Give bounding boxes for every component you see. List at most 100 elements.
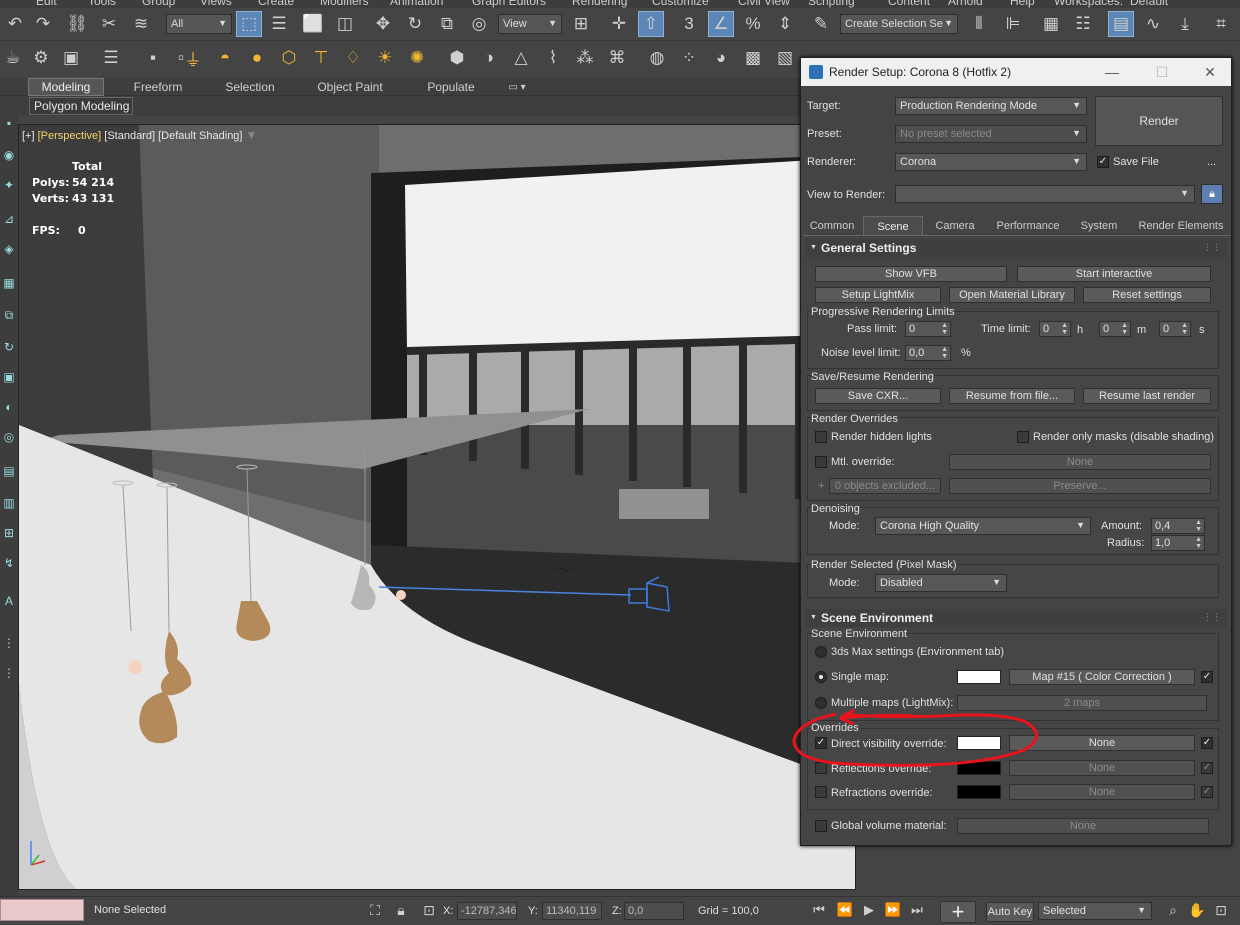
play-icon[interactable]: ▶ (856, 897, 882, 923)
rotate-icon[interactable]: ↻ (402, 11, 428, 37)
align-icon[interactable]: ⊫ (1000, 11, 1026, 37)
bind-space-warp-icon[interactable]: ≋ (128, 11, 154, 37)
reset-settings-button[interactable]: Reset settings (1083, 287, 1211, 303)
polygon-modeling-panel[interactable]: Polygon Modeling (29, 97, 133, 115)
direct-visibility-color-swatch[interactable] (957, 736, 1001, 750)
scene-explorer-icon[interactable]: ▦ (1038, 11, 1064, 37)
corona-decal-icon[interactable]: ⊤ (308, 45, 334, 71)
menu-help[interactable]: Help (1010, 0, 1035, 8)
track-view-icon[interactable]: ☰ (98, 45, 124, 71)
target-dropdown[interactable]: Production Rendering Mode ▼ (895, 97, 1087, 115)
corona-pattern-icon[interactable]: ⌘ (604, 45, 630, 71)
menu-rendering[interactable]: Rendering (572, 0, 627, 8)
keyboard-shortcut-override-icon[interactable]: ⇧ (638, 11, 664, 37)
pan-icon[interactable]: ✋ (1184, 897, 1210, 923)
corona-slicer-icon[interactable]: △ (508, 45, 534, 71)
material-checker-icon[interactable]: ▧ (772, 45, 798, 71)
noise-level-spinner[interactable]: 0,0 ▲ ▼ (905, 345, 951, 361)
move-icon[interactable]: ✥ (370, 11, 396, 37)
layer-explorer-icon[interactable]: ☷ (1070, 11, 1096, 37)
pivot-center-icon[interactable]: ⊞ (568, 11, 594, 37)
open-material-library-button[interactable]: Open Material Library (949, 287, 1075, 303)
single-map-color-swatch[interactable] (957, 670, 1001, 684)
window-crossing-icon[interactable]: ◫ (332, 11, 358, 37)
direct-visibility-map-button[interactable]: None (1009, 735, 1195, 751)
ribbon-tab-modeling[interactable]: Modeling (28, 78, 104, 96)
refractions-override-checkbox[interactable] (815, 786, 827, 798)
zoom-extents-icon[interactable]: ⊡ (1208, 897, 1234, 923)
go-to-start-icon[interactable]: ⏮ (806, 897, 832, 923)
corona-box-icon[interactable]: ⬢ (444, 45, 470, 71)
maximize-icon[interactable]: ☐ (1147, 61, 1177, 83)
ribbon-tab-object-paint[interactable]: Object Paint (304, 78, 396, 96)
zoom-icon[interactable]: ⌕ (1160, 897, 1186, 923)
viewport-standard[interactable]: [Standard] (104, 130, 155, 142)
isolate-selection-icon[interactable]: ⛶ (362, 897, 388, 923)
absolute-mode-icon[interactable]: ⊡ (416, 897, 442, 923)
select-object-icon[interactable]: ⬚ (236, 11, 262, 37)
resume-from-file-button[interactable]: Resume from file... (949, 388, 1075, 404)
menu-tools[interactable]: Tools (88, 0, 116, 8)
menu-group[interactable]: Group (142, 0, 175, 8)
named-selection-set-dropdown[interactable]: Create Selection Se ▼ (840, 14, 958, 34)
reference-coordinate-dropdown[interactable]: View ▼ (498, 14, 562, 34)
dialog-title-bar[interactable]: Render Setup: Corona 8 (Hotfix 2) — ☐ ✕ (801, 58, 1231, 86)
render-hidden-lights-checkbox[interactable] (815, 431, 827, 443)
curve-editor-icon[interactable]: ∿ (1140, 11, 1166, 37)
strip-icon[interactable]: ◐ (2, 400, 16, 414)
auto-key-button[interactable]: Auto Key (986, 902, 1034, 922)
reflections-map-button[interactable]: None (1009, 760, 1195, 776)
resume-last-render-button[interactable]: Resume last render (1083, 388, 1211, 404)
preset-dropdown[interactable]: No preset selected ▼ (895, 125, 1087, 143)
strip-icon[interactable]: ▦ (2, 276, 16, 290)
rectangular-selection-icon[interactable]: ⬜ (300, 11, 326, 37)
filter-icon[interactable]: ▼ (246, 128, 258, 142)
denoise-mode-dropdown[interactable]: Corona High Quality ▼ (875, 517, 1091, 535)
lock-view-icon[interactable]: 🔒︎ (1201, 184, 1223, 204)
x-coord-input[interactable]: -12787,346 (457, 902, 517, 920)
strip-icon[interactable]: ▣ (2, 370, 16, 384)
y-coord-input[interactable]: 11340,119 (542, 902, 602, 920)
strip-icon[interactable]: ▤ (2, 464, 16, 478)
strip-icon[interactable]: ↻ (2, 340, 16, 354)
link-icon[interactable]: ⛓ (64, 11, 90, 37)
material-sphere-icon[interactable]: ◍ (644, 45, 670, 71)
strip-icon[interactable]: ↯ (2, 556, 16, 570)
menu-views[interactable]: Views (200, 0, 232, 8)
reflections-override-checkbox[interactable] (815, 762, 827, 774)
corona-scatter-icon[interactable]: ⁂ (572, 45, 598, 71)
close-icon[interactable]: ✕ (1195, 61, 1225, 83)
select-manipulate-icon[interactable]: ✛ (606, 11, 632, 37)
strip-icon[interactable]: ◉ (2, 148, 16, 162)
toggle-ribbon-icon[interactable]: ▤ (1108, 11, 1134, 37)
general-settings-rollout[interactable]: ▼ General Settings ⋮⋮ (805, 239, 1227, 257)
render-button[interactable]: Render (1095, 96, 1223, 146)
mtl-override-checkbox[interactable] (815, 456, 827, 468)
render-selected-mode-dropdown[interactable]: Disabled ▼ (875, 574, 1007, 592)
tab-common[interactable]: Common (803, 216, 861, 236)
menu-graph-editors[interactable]: Graph Editors (472, 0, 546, 8)
menu-animation[interactable]: Animation (390, 0, 443, 8)
tab-system[interactable]: System (1071, 216, 1127, 236)
amount-spinner[interactable]: 0,4 ▲ ▼ (1151, 518, 1205, 534)
physical-material-icon[interactable]: ◕ (708, 45, 734, 71)
tab-performance[interactable]: Performance (987, 216, 1069, 236)
reflections-map-checkbox[interactable]: ✓ (1201, 762, 1213, 774)
viewport-pov[interactable]: [Perspective] (38, 130, 102, 142)
schematic-view-icon[interactable]: ⤓ (1172, 11, 1198, 37)
angle-snap-icon[interactable]: ∠ (708, 11, 734, 37)
refractions-color-swatch[interactable] (957, 785, 1001, 799)
strip-icon[interactable]: ✦ (2, 178, 16, 192)
preserve-button[interactable]: Preserve... (949, 478, 1211, 494)
strip-icon[interactable]: ⊿ (2, 212, 16, 226)
strip-icon[interactable]: ⋮ (2, 636, 16, 650)
corona-sun-icon[interactable]: ☀ (372, 45, 398, 71)
spinner-snap-icon[interactable]: ⇕ (772, 11, 798, 37)
strip-icon[interactable]: ▥ (2, 496, 16, 510)
time-hours-spinner[interactable]: 0 ▲ ▼ (1039, 321, 1071, 337)
add-exclude-icon[interactable]: + (818, 480, 824, 492)
strip-icon[interactable]: ⋮ (2, 666, 16, 680)
go-to-end-icon[interactable]: ⏭ (904, 897, 930, 923)
mtl-override-button[interactable]: None (949, 454, 1211, 470)
save-cxr-button[interactable]: Save CXR... (815, 388, 941, 404)
